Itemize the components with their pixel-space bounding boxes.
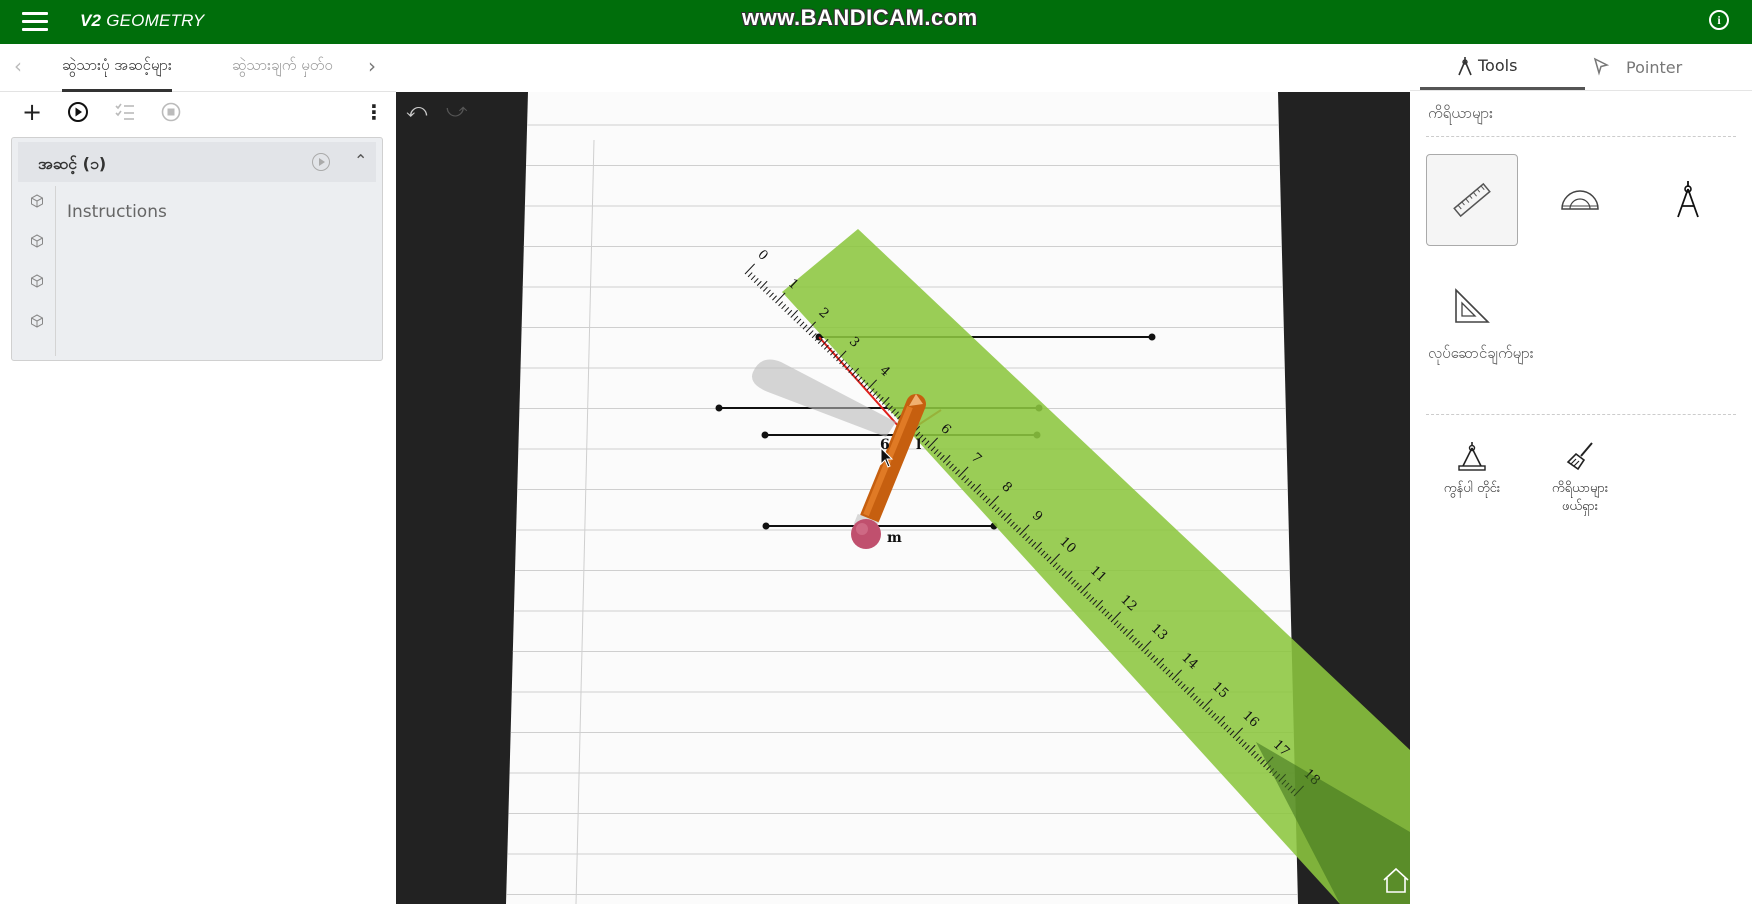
geometry-canvas[interactable]: 0123456789101112131415161718 6 l m ⤺ ⤻ — [396, 92, 1410, 904]
cube-icon — [31, 234, 43, 248]
stop-button[interactable] — [159, 100, 183, 124]
app-brand: V2 GEOMETRY — [80, 11, 204, 31]
top-bar: V2 GEOMETRY www.BANDICAM.com i — [0, 0, 1752, 44]
undo-icon[interactable]: ⤺ — [406, 98, 427, 122]
steps-toolbar: + ⋮ — [0, 92, 396, 134]
play-button[interactable] — [66, 100, 90, 124]
measure-action-label: ကွန်ပါ တိုင်း — [1443, 481, 1501, 496]
checklist-icon — [115, 103, 134, 120]
tab-pointer-label: Pointer — [1626, 57, 1683, 77]
cube-icon — [31, 194, 43, 208]
set-square-icon — [1455, 288, 1490, 323]
clear-tools-label-line1: ကိရိယာများ — [1551, 481, 1609, 496]
protractor-icon — [1561, 190, 1599, 210]
cube-icon — [31, 314, 43, 328]
measure-action-button[interactable]: ကွန်ပါ တိုင်း — [1422, 440, 1522, 498]
more-options-button[interactable]: ⋮ — [362, 100, 386, 124]
canvas-drawing: 0123456789101112131415161718 6 l m — [506, 92, 1410, 904]
section-divider — [1426, 136, 1736, 137]
set-square-tool-button[interactable] — [1426, 260, 1518, 352]
step-title: အဆင့် (၁) — [38, 154, 107, 173]
point-label: m — [887, 530, 902, 546]
checklist-button[interactable] — [113, 100, 137, 124]
step-header[interactable]: အဆင့် (၁) ⌃ — [18, 142, 376, 182]
tools-panel: Tools Pointer ကိရိယာများ လုပ်ဆောင်ချက်မျ… — [1410, 44, 1752, 904]
play-circle-icon — [68, 102, 88, 122]
cube-icon — [31, 274, 43, 288]
collapse-chevron-icon[interactable]: ⌃ — [354, 151, 367, 170]
pointer-arrow-icon — [1593, 57, 1610, 76]
pencil-eraser — [851, 519, 881, 549]
instruments-section-title: ကိရိယာများ — [1428, 104, 1493, 122]
compass-tab-icon — [1458, 57, 1472, 76]
tab-drawing-steps[interactable]: ဆွဲသားပုံ အဆင့်များ — [62, 54, 172, 92]
tab-drawing-notes[interactable]: ဆွဲသားချက် မှတ်ဝ — [232, 54, 333, 92]
compass-measure-icon — [1458, 442, 1486, 471]
step-instructions[interactable]: Instructions — [67, 202, 167, 222]
menu-icon[interactable] — [22, 12, 48, 32]
stop-circle-icon — [161, 102, 181, 122]
actions-section-title: လုပ်ဆောင်ချက်များ — [1428, 344, 1534, 362]
info-icon[interactable]: i — [1709, 10, 1729, 30]
section-divider — [1426, 414, 1736, 415]
tab-tools-label: Tools — [1478, 56, 1518, 75]
point-label: l — [916, 437, 921, 453]
compass-tool-button[interactable] — [1642, 154, 1734, 246]
clear-tools-action-button[interactable]: ကိရိယာများ ဖယ်ရှား — [1530, 440, 1630, 516]
step-card: အဆင့် (၁) ⌃ Instructions — [11, 137, 383, 361]
tab-divider — [1410, 90, 1752, 91]
tab-pointer[interactable]: Pointer — [1593, 44, 1683, 90]
clear-tools-label-line2: ဖယ်ရှား — [1561, 499, 1599, 514]
compass-icon — [1677, 181, 1699, 218]
brand-bold: V2 — [80, 11, 102, 30]
paper-sheet — [506, 92, 1298, 904]
step-gutter — [18, 186, 56, 356]
add-step-button[interactable]: + — [20, 98, 44, 126]
watermark: www.BANDICAM.com — [742, 5, 978, 30]
tabs-prev-arrow[interactable]: ‹ — [14, 54, 22, 78]
ruler-tool-button[interactable] — [1426, 154, 1518, 246]
steps-tab-bar: ‹ ဆွဲသားပုံ အဆင့်များ ဆွဲသားချက် မှတ်ဝ › — [0, 44, 396, 92]
redo-icon[interactable]: ⤻ — [446, 98, 467, 122]
protractor-tool-button[interactable] — [1534, 154, 1626, 246]
tab-tools[interactable]: Tools — [1420, 44, 1585, 90]
ruler-icon — [1453, 182, 1491, 218]
broom-icon — [1566, 442, 1593, 471]
step-play-icon[interactable] — [312, 153, 330, 171]
brand-rest: GEOMETRY — [106, 11, 205, 30]
tabs-next-arrow[interactable]: › — [368, 54, 376, 78]
